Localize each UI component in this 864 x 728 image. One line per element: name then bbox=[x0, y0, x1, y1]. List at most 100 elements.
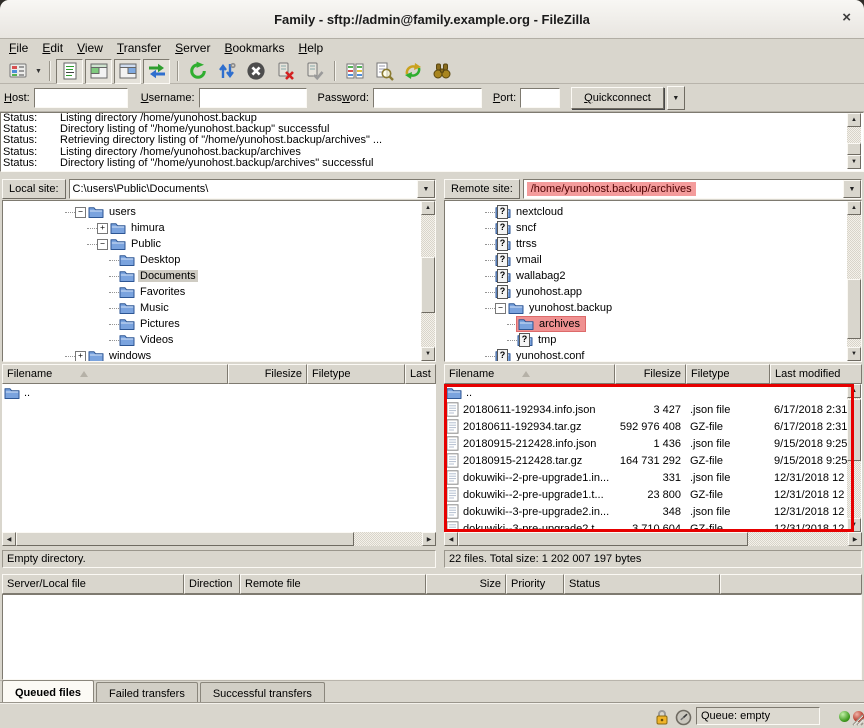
refresh-button[interactable] bbox=[184, 59, 211, 84]
scroll-down-icon[interactable]: ▼ bbox=[421, 347, 435, 361]
column-header-last-modified[interactable]: Last modified bbox=[770, 364, 862, 384]
scroll-down-icon[interactable]: ▼ bbox=[847, 518, 861, 532]
file-row[interactable]: .. bbox=[2, 384, 436, 401]
tree-node-vmail[interactable]: ?vmail bbox=[445, 252, 861, 268]
tree-node-yunohost.app[interactable]: ?yunohost.app bbox=[445, 284, 861, 300]
chevron-down-icon[interactable]: ▼ bbox=[843, 180, 861, 198]
tree-node-himura[interactable]: +himura bbox=[3, 220, 435, 236]
file-row[interactable]: 20180915-212428.tar.gz164 731 292GZ-file… bbox=[444, 452, 862, 469]
column-header-filename[interactable]: Filename bbox=[2, 364, 228, 384]
quickconnect-button[interactable]: Quickconnect bbox=[571, 87, 664, 109]
file-row[interactable]: 20180915-212428.info.json1 436.json file… bbox=[444, 435, 862, 452]
column-header-filesize[interactable]: Filesize bbox=[228, 364, 307, 384]
file-row[interactable]: dokuwiki--3-pre-upgrade2.t...3 710 604GZ… bbox=[444, 520, 862, 532]
speed-limit-icon[interactable] bbox=[675, 709, 692, 728]
chevron-down-icon[interactable]: ▼ bbox=[417, 180, 435, 198]
toggle-local-tree-button[interactable] bbox=[85, 59, 112, 84]
menu-help[interactable]: Help bbox=[294, 39, 333, 57]
tree-node-Music[interactable]: Music bbox=[3, 300, 435, 316]
menu-transfer[interactable]: Transfer bbox=[112, 39, 170, 57]
menu-view[interactable]: View bbox=[72, 39, 112, 57]
scroll-up-icon[interactable]: ▲ bbox=[847, 384, 861, 398]
resize-grip-icon[interactable] bbox=[850, 712, 864, 728]
tree-node-Public[interactable]: −Public bbox=[3, 236, 435, 252]
column-header-filesize[interactable]: Filesize bbox=[615, 364, 686, 384]
queue-column-remote-file[interactable]: Remote file bbox=[240, 574, 426, 594]
file-row[interactable]: 20180611-192934.tar.gz592 976 408GZ-file… bbox=[444, 418, 862, 435]
column-header-filename[interactable]: Filename bbox=[444, 364, 615, 384]
scroll-thumb[interactable] bbox=[847, 279, 861, 339]
menu-file[interactable]: File bbox=[4, 39, 37, 57]
tree-node-windows[interactable]: +windows bbox=[3, 348, 435, 362]
file-row[interactable]: dokuwiki--3-pre-upgrade2.in...348.json f… bbox=[444, 503, 862, 520]
file-row[interactable]: 20180611-192934.info.json3 427.json file… bbox=[444, 401, 862, 418]
column-header-filetype[interactable]: Filetype bbox=[307, 364, 405, 384]
local-hscrollbar[interactable]: ◀ ▶ bbox=[2, 532, 436, 546]
toggle-message-log-button[interactable] bbox=[56, 59, 83, 84]
lock-icon[interactable] bbox=[654, 708, 670, 728]
tab-failed-transfers[interactable]: Failed transfers bbox=[96, 682, 198, 702]
queue-column-priority[interactable]: Priority bbox=[506, 574, 564, 594]
password-input[interactable] bbox=[373, 88, 482, 108]
username-input[interactable] bbox=[199, 88, 307, 108]
expand-icon[interactable]: + bbox=[97, 223, 108, 234]
remote-hscrollbar[interactable]: ◀ ▶ bbox=[444, 532, 862, 546]
tree-node-nextcloud[interactable]: ?nextcloud bbox=[445, 204, 861, 220]
quickconnect-dropdown-icon[interactable]: ▼ bbox=[667, 86, 685, 110]
scroll-thumb[interactable] bbox=[847, 399, 861, 461]
local-site-path[interactable]: C:\users\Public\Documents\ ▼ bbox=[69, 179, 436, 199]
scroll-left-icon[interactable]: ◀ bbox=[444, 532, 458, 546]
queue-column-direction[interactable]: Direction bbox=[184, 574, 240, 594]
scroll-right-icon[interactable]: ▶ bbox=[848, 532, 862, 546]
toggle-remote-tree-button[interactable] bbox=[114, 59, 141, 84]
reconnect-button[interactable] bbox=[300, 59, 327, 84]
remote-list-scrollbar[interactable]: ▲ ▼ bbox=[847, 384, 861, 532]
tree-node-sncf[interactable]: ?sncf bbox=[445, 220, 861, 236]
tree-node-Pictures[interactable]: Pictures bbox=[3, 316, 435, 332]
column-header-last[interactable]: Last bbox=[405, 364, 436, 384]
host-input[interactable] bbox=[34, 88, 128, 108]
tree-node-wallabag2[interactable]: ?wallabag2 bbox=[445, 268, 861, 284]
port-input[interactable] bbox=[520, 88, 560, 108]
scroll-down-icon[interactable]: ▼ bbox=[847, 155, 861, 169]
tree-node-tmp[interactable]: ?tmp bbox=[445, 332, 861, 348]
close-icon[interactable]: × bbox=[842, 9, 851, 27]
site-manager-button[interactable] bbox=[4, 59, 31, 84]
tree-node-ttrss[interactable]: ?ttrss bbox=[445, 236, 861, 252]
tree-node-yunohost.conf[interactable]: ?yunohost.conf bbox=[445, 348, 861, 362]
filter-button[interactable] bbox=[370, 59, 397, 84]
scroll-thumb[interactable] bbox=[847, 143, 861, 155]
scroll-thumb[interactable] bbox=[421, 257, 435, 313]
menu-edit[interactable]: Edit bbox=[37, 39, 72, 57]
tree-node-Videos[interactable]: Videos bbox=[3, 332, 435, 348]
collapse-icon[interactable]: − bbox=[97, 239, 108, 250]
local-tree-scrollbar[interactable]: ▲ ▼ bbox=[421, 201, 435, 361]
disconnect-button[interactable] bbox=[271, 59, 298, 84]
site-manager-dropdown-icon[interactable]: ▼ bbox=[33, 60, 44, 83]
scroll-thumb[interactable] bbox=[458, 532, 748, 546]
process-queue-button[interactable] bbox=[213, 59, 240, 84]
queue-column-size[interactable]: Size bbox=[426, 574, 506, 594]
expand-icon[interactable]: + bbox=[75, 351, 86, 362]
scroll-up-icon[interactable]: ▲ bbox=[847, 201, 861, 215]
tab-successful-transfers[interactable]: Successful transfers bbox=[200, 682, 325, 702]
tree-node-Documents[interactable]: Documents bbox=[3, 268, 435, 284]
collapse-icon[interactable]: − bbox=[495, 303, 506, 314]
scroll-right-icon[interactable]: ▶ bbox=[422, 532, 436, 546]
file-row[interactable]: dokuwiki--2-pre-upgrade1.t...23 800GZ-fi… bbox=[444, 486, 862, 503]
scroll-up-icon[interactable]: ▲ bbox=[421, 201, 435, 215]
log-scrollbar[interactable]: ▲ ▼ bbox=[847, 113, 861, 169]
find-files-button[interactable] bbox=[428, 59, 455, 84]
collapse-icon[interactable]: − bbox=[75, 207, 86, 218]
scroll-down-icon[interactable]: ▼ bbox=[847, 347, 861, 361]
tree-node-users[interactable]: −users bbox=[3, 204, 435, 220]
column-header-filetype[interactable]: Filetype bbox=[686, 364, 770, 384]
tree-node-archives[interactable]: archives bbox=[445, 316, 861, 332]
tree-node-Desktop[interactable]: Desktop bbox=[3, 252, 435, 268]
scroll-up-icon[interactable]: ▲ bbox=[847, 113, 861, 127]
menu-bookmarks[interactable]: Bookmarks bbox=[219, 39, 293, 57]
queue-column-server-local-file[interactable]: Server/Local file bbox=[2, 574, 184, 594]
file-row[interactable]: .. bbox=[444, 384, 862, 401]
scroll-left-icon[interactable]: ◀ bbox=[2, 532, 16, 546]
remote-site-path[interactable]: /home/yunohost.backup/archives ▼ bbox=[523, 179, 862, 199]
